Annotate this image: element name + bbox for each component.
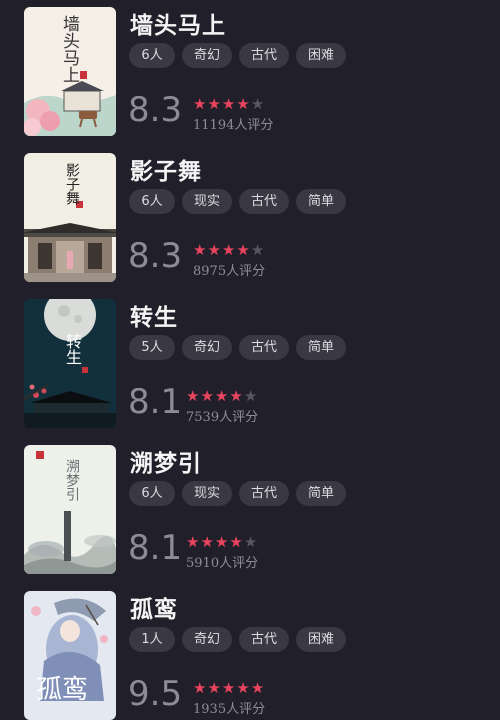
tag-genre[interactable]: 奇幻 bbox=[182, 335, 233, 360]
tag-players[interactable]: 6人 bbox=[129, 43, 175, 68]
star-rating: ★★★★★ bbox=[193, 679, 265, 697]
cover-title: 溯梦引 bbox=[64, 459, 80, 501]
rating-count: 5910人评分 bbox=[186, 556, 259, 571]
script-card[interactable]: 影子舞 影子舞 6人 现实 古代 简单 8.3 ★★★★★ 8975人评分 bbox=[0, 146, 500, 282]
tag-list: 6人 现实 古代 简单 bbox=[129, 481, 347, 506]
cover-title: 墙头马上 bbox=[59, 15, 79, 83]
star-icon: ★ bbox=[193, 95, 208, 113]
tag-difficulty[interactable]: 困难 bbox=[296, 627, 347, 652]
tag-difficulty[interactable]: 简单 bbox=[296, 335, 347, 360]
script-card[interactable]: 墙头马上 墙头马上 6人 奇幻 古代 困难 8.3 ★★★★★ 11194人评分 bbox=[0, 0, 500, 136]
tag-era[interactable]: 古代 bbox=[239, 335, 290, 360]
script-cover[interactable]: 墙头马上 bbox=[24, 7, 116, 136]
star-icon: ★ bbox=[193, 241, 208, 259]
tag-genre[interactable]: 奇幻 bbox=[182, 43, 233, 68]
script-card[interactable]: 孤鸾 孤鸾 1人 奇幻 古代 困难 9.5 ★★★★★ 1935人评分 bbox=[0, 584, 500, 720]
star-icon: ★ bbox=[207, 241, 222, 259]
script-cover[interactable]: 孤鸾 bbox=[24, 591, 116, 720]
tag-era[interactable]: 古代 bbox=[239, 627, 290, 652]
tag-players[interactable]: 5人 bbox=[129, 335, 175, 360]
tag-era[interactable]: 古代 bbox=[239, 481, 290, 506]
star-icon: ★ bbox=[229, 387, 244, 405]
star-icon: ★ bbox=[207, 95, 222, 113]
tag-era[interactable]: 古代 bbox=[239, 189, 290, 214]
rating-count: 11194人评分 bbox=[193, 118, 274, 133]
star-empty-icon: ★ bbox=[250, 95, 266, 113]
star-rating: ★★★★★ bbox=[186, 387, 258, 405]
star-icon: ★ bbox=[214, 533, 230, 551]
cover-title: 影子舞 bbox=[64, 163, 80, 205]
tag-era[interactable]: 古代 bbox=[239, 43, 290, 68]
star-icon: ★ bbox=[250, 679, 266, 697]
script-cover[interactable]: 溯梦引 bbox=[24, 445, 116, 574]
tag-list: 6人 奇幻 古代 困难 bbox=[129, 43, 347, 68]
star-icon: ★ bbox=[236, 679, 251, 697]
script-title[interactable]: 墙头马上 bbox=[130, 6, 226, 40]
score-value: 8.3 bbox=[128, 90, 183, 130]
script-card[interactable]: 转生 转生 5人 奇幻 古代 简单 8.1 ★★★★★ 7539人评分 bbox=[0, 292, 500, 428]
score-value: 8.3 bbox=[128, 236, 183, 276]
star-rating: ★★★★★ bbox=[193, 95, 265, 113]
star-icon: ★ bbox=[236, 241, 251, 259]
star-icon: ★ bbox=[207, 679, 222, 697]
score-value: 8.1 bbox=[128, 528, 183, 568]
cover-title: 转生 bbox=[63, 333, 82, 365]
script-cover[interactable]: 转生 bbox=[24, 299, 116, 428]
star-empty-icon: ★ bbox=[250, 241, 266, 259]
rating-count: 1935人评分 bbox=[193, 702, 266, 717]
script-title[interactable]: 溯梦引 bbox=[130, 444, 202, 478]
cover-title: 孤鸾 bbox=[36, 675, 89, 705]
star-icon: ★ bbox=[221, 679, 237, 697]
star-empty-icon: ★ bbox=[243, 533, 259, 551]
tag-genre[interactable]: 现实 bbox=[182, 189, 233, 214]
star-icon: ★ bbox=[236, 95, 251, 113]
script-title[interactable]: 孤鸾 bbox=[130, 590, 178, 624]
star-icon: ★ bbox=[214, 387, 230, 405]
tag-difficulty[interactable]: 困难 bbox=[296, 43, 347, 68]
star-icon: ★ bbox=[221, 241, 237, 259]
script-list: 墙头马上 墙头马上 6人 奇幻 古代 困难 8.3 ★★★★★ 11194人评分 bbox=[0, 0, 500, 720]
star-icon: ★ bbox=[186, 387, 201, 405]
script-title[interactable]: 影子舞 bbox=[130, 152, 202, 186]
star-icon: ★ bbox=[229, 533, 244, 551]
tag-list: 5人 奇幻 古代 简单 bbox=[129, 335, 347, 360]
rating-count: 8975人评分 bbox=[193, 264, 266, 279]
star-empty-icon: ★ bbox=[243, 387, 259, 405]
script-card[interactable]: 溯梦引 溯梦引 6人 现实 古代 简单 8.1 ★★★★★ 5910人评分 bbox=[0, 438, 500, 574]
tag-players[interactable]: 6人 bbox=[129, 481, 175, 506]
star-rating: ★★★★★ bbox=[186, 533, 258, 551]
tag-genre[interactable]: 奇幻 bbox=[182, 627, 233, 652]
rating-count: 7539人评分 bbox=[186, 410, 259, 425]
tag-genre[interactable]: 现实 bbox=[182, 481, 233, 506]
score-value: 8.1 bbox=[128, 382, 183, 422]
tag-difficulty[interactable]: 简单 bbox=[296, 481, 347, 506]
tag-list: 6人 现实 古代 简单 bbox=[129, 189, 347, 214]
star-rating: ★★★★★ bbox=[193, 241, 265, 259]
tag-list: 1人 奇幻 古代 困难 bbox=[129, 627, 347, 652]
tag-difficulty[interactable]: 简单 bbox=[296, 189, 347, 214]
score-value: 9.5 bbox=[128, 674, 183, 714]
script-cover[interactable]: 影子舞 bbox=[24, 153, 116, 282]
tag-players[interactable]: 1人 bbox=[129, 627, 175, 652]
tag-players[interactable]: 6人 bbox=[129, 189, 175, 214]
star-icon: ★ bbox=[200, 387, 215, 405]
script-title[interactable]: 转生 bbox=[130, 298, 178, 332]
star-icon: ★ bbox=[200, 533, 215, 551]
star-icon: ★ bbox=[193, 679, 208, 697]
star-icon: ★ bbox=[221, 95, 237, 113]
star-icon: ★ bbox=[186, 533, 201, 551]
